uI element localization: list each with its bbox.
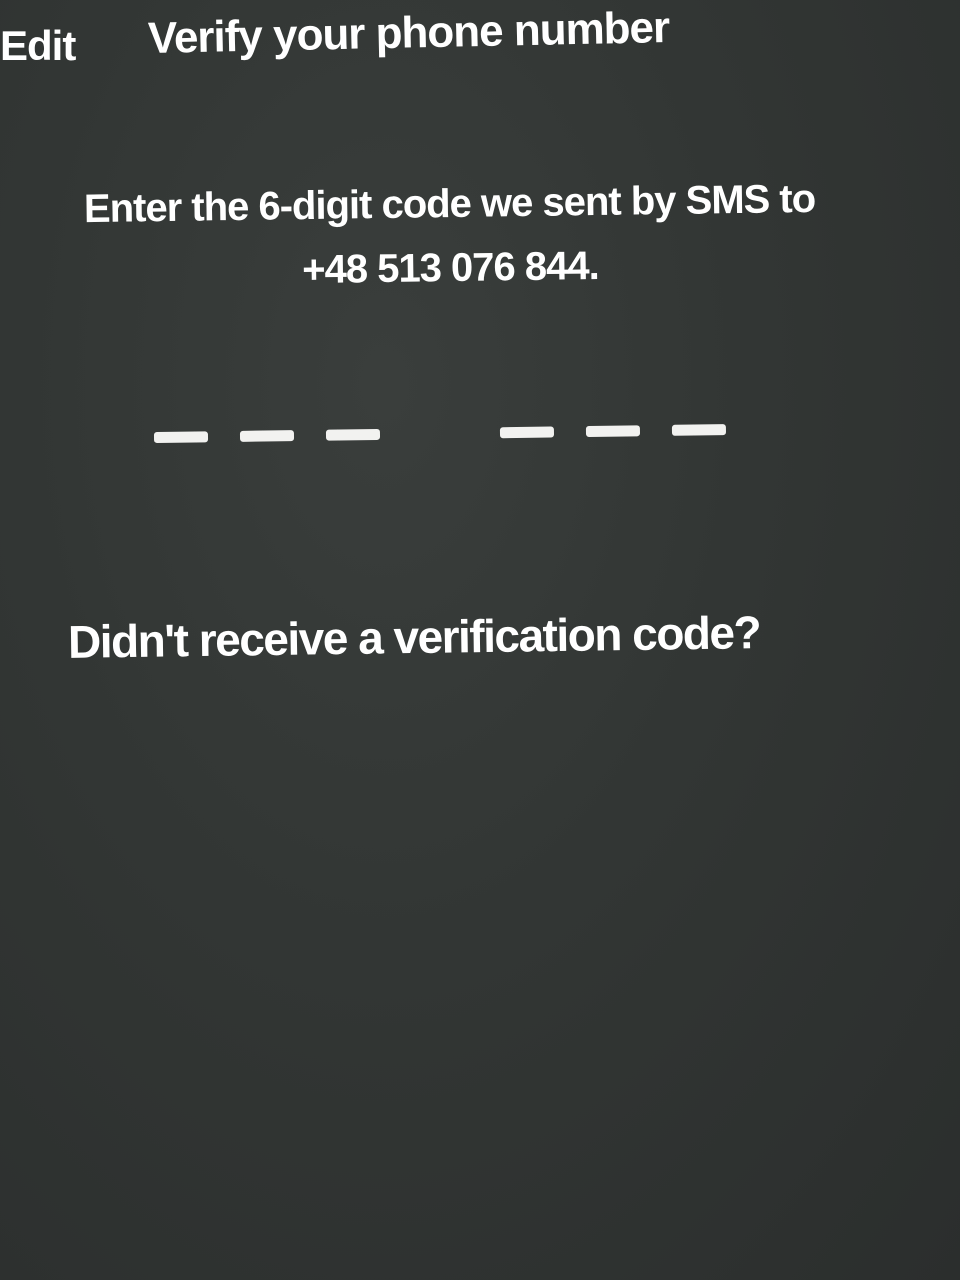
- instruction-line: Enter the 6-digit code we sent by SMS to: [83, 176, 816, 232]
- verification-code-input[interactable]: [150, 406, 741, 464]
- verify-phone-screen: Edit Verify your phone number Enter the …: [0, 0, 960, 1280]
- code-digit-slot-5[interactable]: [585, 425, 641, 438]
- code-digit-slot-1[interactable]: [153, 431, 209, 444]
- code-digit-slot-2[interactable]: [239, 430, 295, 442]
- navigation-bar: Edit Verify your phone number: [0, 0, 960, 90]
- page-title: Verify your phone number: [147, 3, 670, 63]
- edit-button[interactable]: Edit: [0, 22, 76, 70]
- resend-code-link[interactable]: Didn't receive a verification code?: [68, 605, 761, 669]
- code-digit-slot-4[interactable]: [499, 426, 555, 439]
- code-digit-slot-3[interactable]: [325, 428, 381, 441]
- code-digit-slot-6[interactable]: [671, 424, 727, 436]
- instruction-text: Enter the 6-digit code we sent by SMS to…: [19, 166, 881, 306]
- phone-number: +48 513 076 844.: [301, 243, 600, 293]
